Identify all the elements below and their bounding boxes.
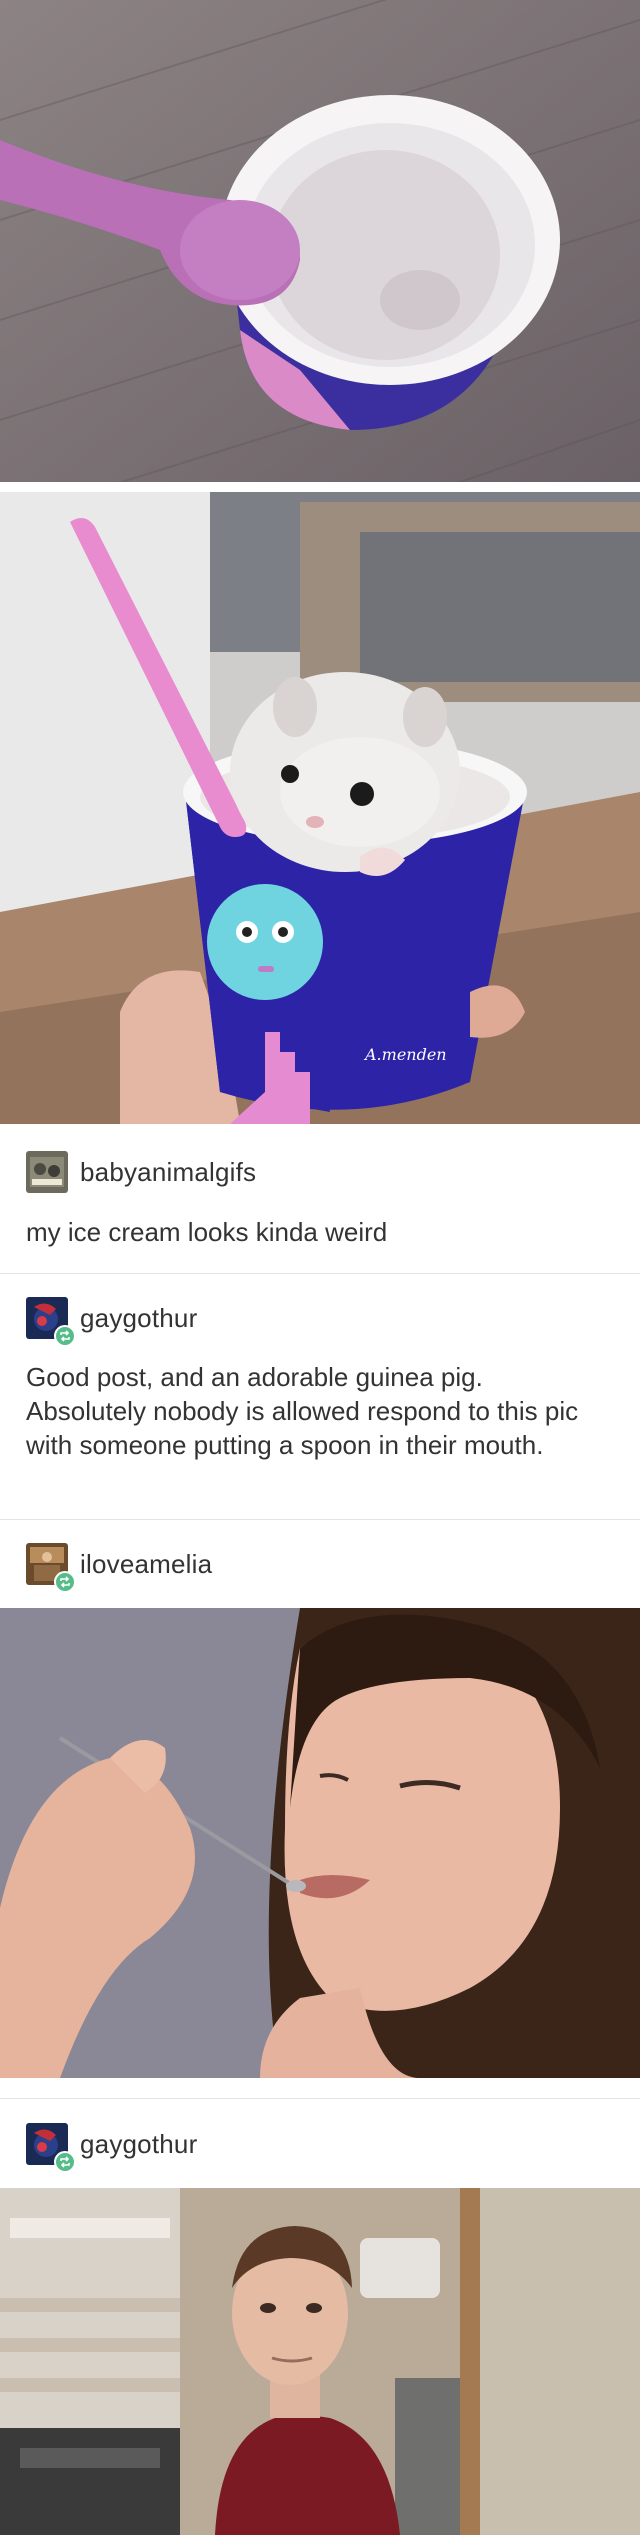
image-gap <box>0 482 640 492</box>
post-header: babyanimalgifs <box>26 1150 256 1194</box>
hamster-cup-photo <box>0 0 640 482</box>
username[interactable]: iloveamelia <box>80 1549 212 1580</box>
user-avatar[interactable] <box>26 1297 76 1347</box>
post-babyanimalgifs: babyanimalgifs my ice cream looks kinda … <box>0 1124 640 1274</box>
reblog-icon <box>54 1325 76 1347</box>
reblog-icon <box>54 2151 76 2173</box>
username[interactable]: babyanimalgifs <box>80 1157 256 1188</box>
man-kitchen-photo <box>0 2188 640 2535</box>
user-avatar[interactable] <box>26 1543 76 1593</box>
username[interactable]: gaygothur <box>80 2129 197 2160</box>
post-header: gaygothur <box>26 1296 197 1347</box>
post-header: iloveamelia <box>26 1542 212 1593</box>
post-iloveamelia: iloveamelia <box>0 1520 640 1608</box>
divider <box>0 2098 640 2099</box>
hamster-held-cup-photo: A.menden <box>0 492 640 1124</box>
post-text: Good post, and an adorable guinea pig. A… <box>26 1362 579 1460</box>
reblog-icon <box>54 1571 76 1593</box>
username[interactable]: gaygothur <box>80 1303 197 1334</box>
cup-brand-text: A.menden <box>363 1045 447 1064</box>
post-gaygothur-2: gaygothur <box>0 2078 640 2188</box>
post-header: gaygothur <box>26 2122 197 2173</box>
user-avatar[interactable] <box>26 1151 68 1193</box>
post-text: my ice cream looks kinda weird <box>26 1217 388 1247</box>
post-gaygothur: gaygothur Good post, and an adorable gui… <box>0 1274 640 1520</box>
woman-spoon-photo <box>0 1608 640 2078</box>
user-avatar[interactable] <box>26 2123 76 2173</box>
